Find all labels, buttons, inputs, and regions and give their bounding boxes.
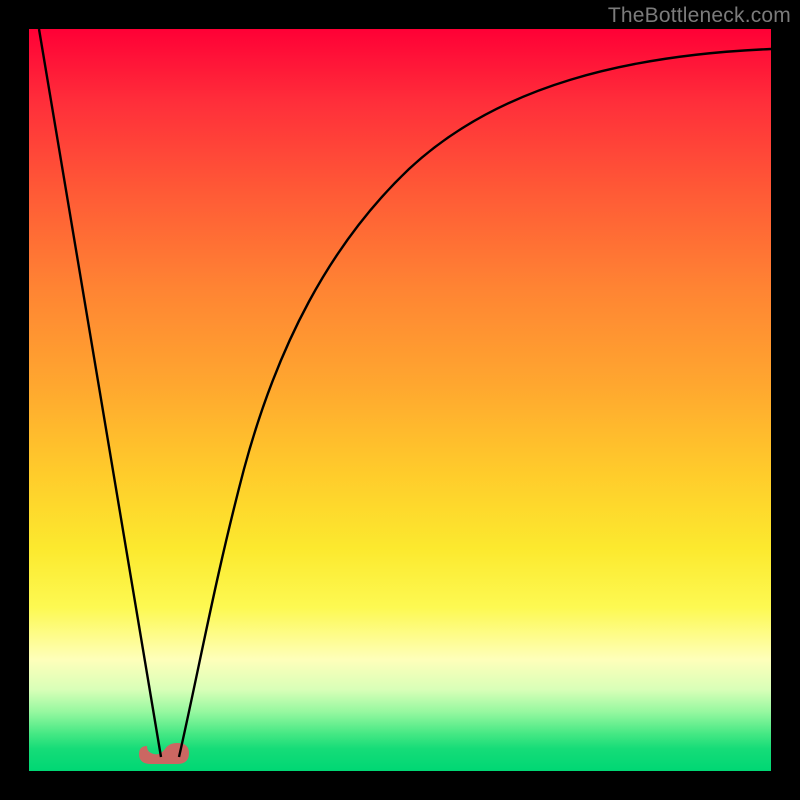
chart-frame: TheBottleneck.com — [0, 0, 800, 800]
watermark-text: TheBottleneck.com — [608, 4, 791, 28]
right-branch — [179, 49, 771, 757]
left-branch — [39, 29, 161, 757]
curve-layer — [29, 29, 771, 771]
plot-area — [29, 29, 771, 771]
